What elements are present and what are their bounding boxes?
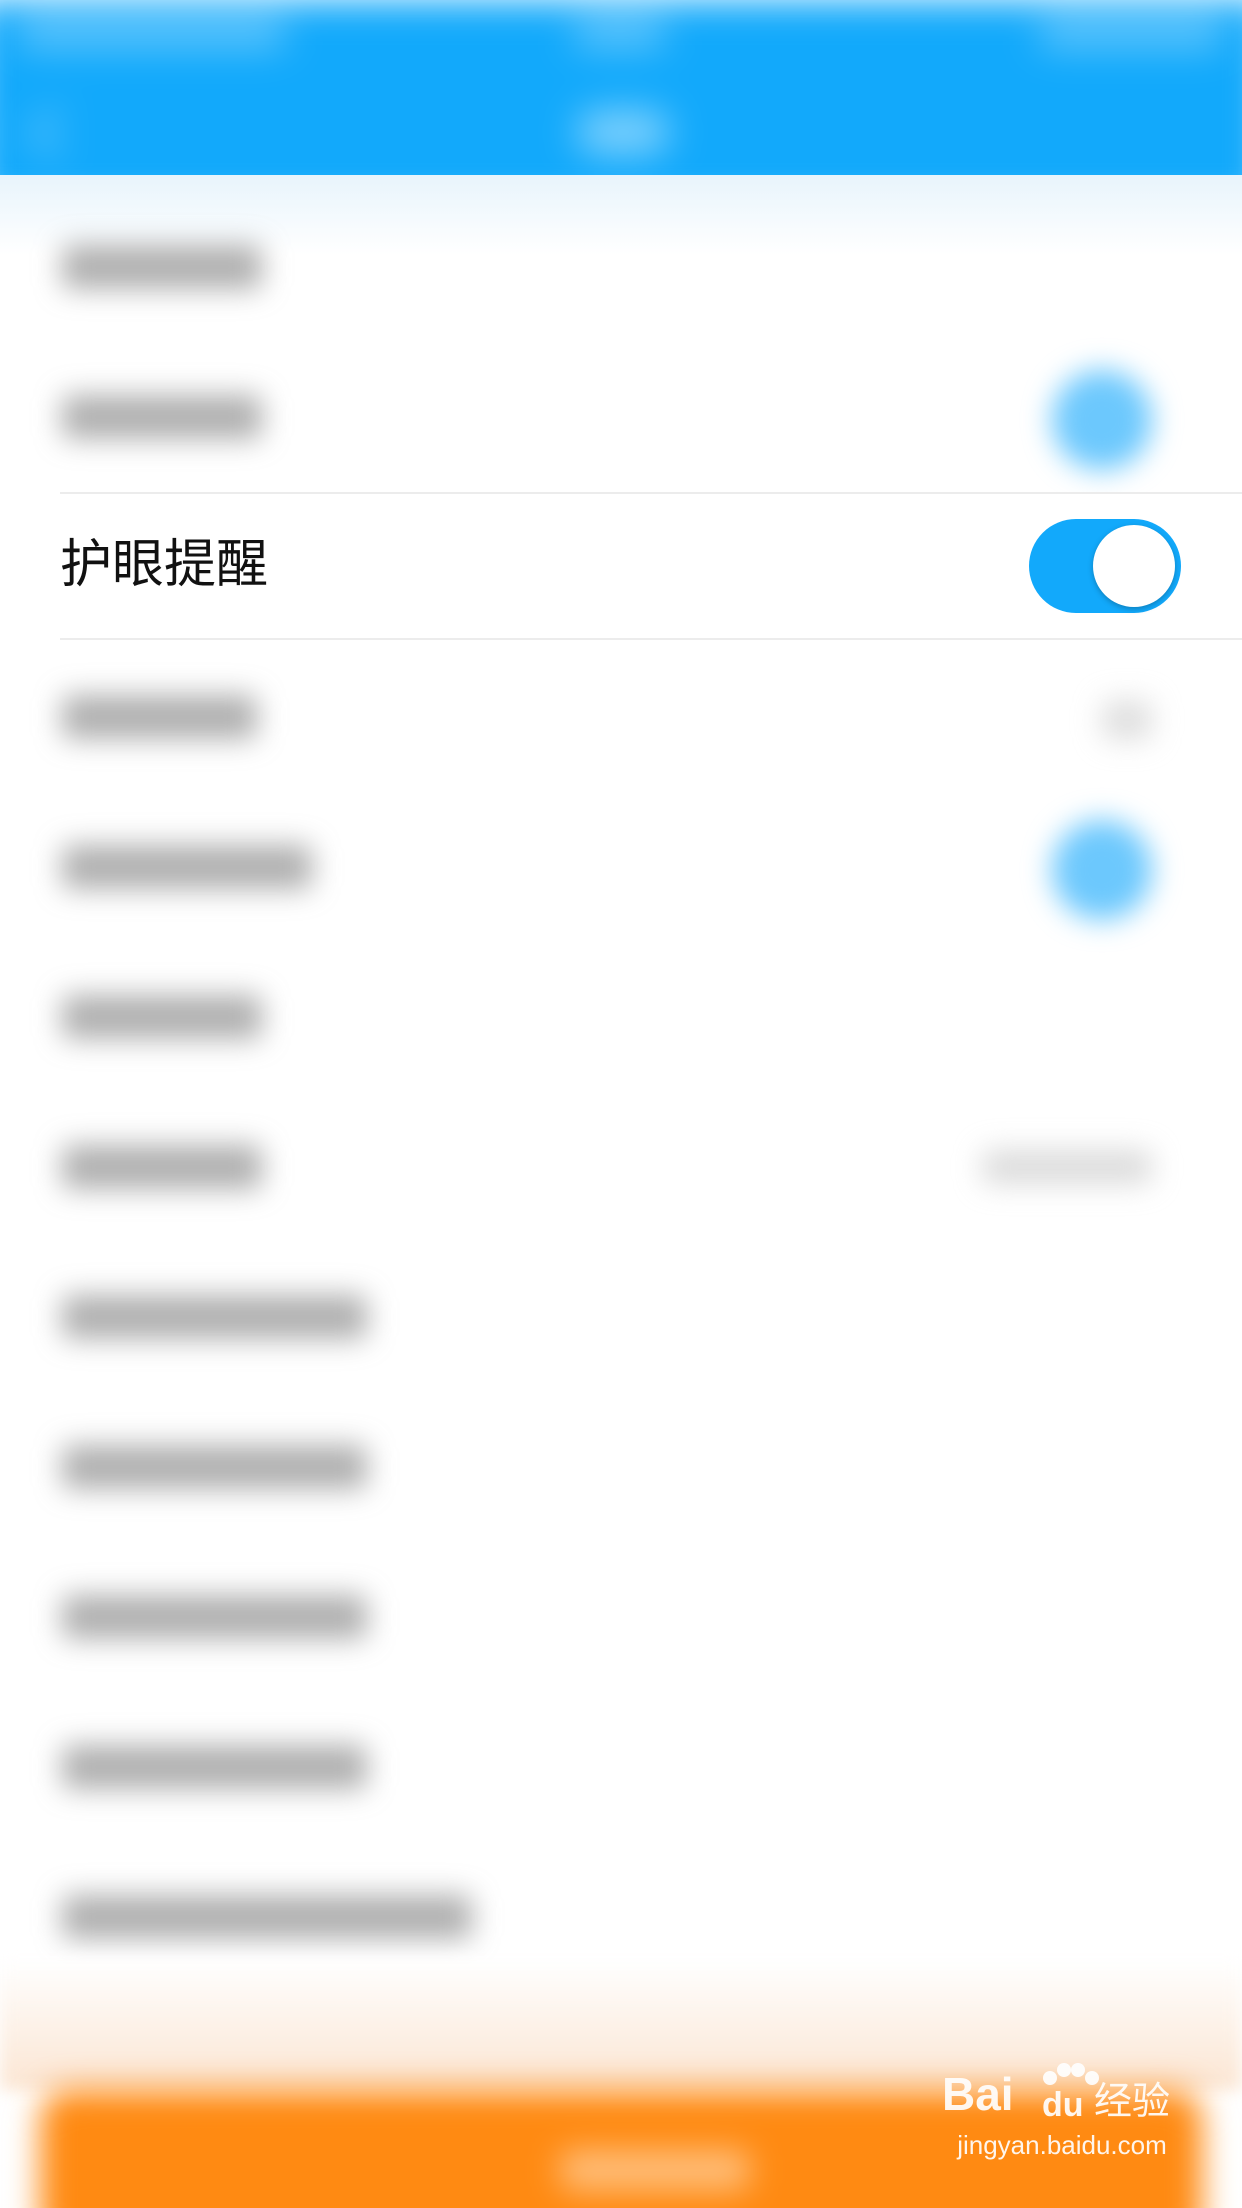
row-value-blurred [982,1150,1152,1184]
chevron-blurred [1102,700,1152,740]
svg-text:Bai: Bai [942,2068,1014,2120]
settings-row-blurred[interactable] [0,940,1242,1090]
row-label-blurred [62,845,312,889]
settings-row-blurred[interactable] [0,1090,1242,1240]
settings-row-blurred[interactable] [0,1390,1242,1540]
settings-row-blurred[interactable] [0,1540,1242,1690]
settings-row-eye-reminder[interactable]: 护眼提醒 [0,492,1242,640]
settings-row-blurred[interactable] [0,790,1242,940]
settings-screen: 护眼提醒 Bai du 经验 jingyan.baidu.com [0,0,1242,2208]
status-bar-left [16,18,288,48]
toggle-blurred[interactable] [1052,370,1152,470]
row-label-blurred [62,695,257,739]
row-label-blurred [62,1445,367,1489]
svg-text:du: du [1042,2086,1084,2124]
row-label-blurred [62,1145,262,1189]
divider [60,492,1242,494]
settings-row-blurred[interactable] [0,190,1242,340]
status-bar-center [573,18,667,48]
row-label-blurred [62,1895,472,1939]
toggle-knob [1093,525,1175,607]
watermark-url: jingyan.baidu.com [957,2130,1167,2160]
svg-text:经验: 经验 [1094,2079,1170,2123]
settings-row-blurred[interactable] [0,1690,1242,1840]
toggle-blurred[interactable] [1052,820,1152,920]
page-title-blurred [576,109,670,155]
eye-reminder-label: 护眼提醒 [60,535,269,595]
settings-row-blurred[interactable] [0,1240,1242,1390]
baidu-jingyan-watermark: Bai du 经验 jingyan.baidu.com [942,2058,1182,2178]
row-label-blurred [62,1745,367,1789]
button-label-blurred [560,2150,750,2190]
row-label-blurred [62,395,262,439]
status-bar-right [1038,18,1226,48]
row-label-blurred [62,995,262,1039]
back-arrow-icon[interactable] [29,106,83,160]
row-label-blurred [62,245,262,289]
settings-row-blurred[interactable] [0,340,1242,490]
row-label-blurred [62,1595,367,1639]
settings-row-blurred[interactable] [0,640,1242,790]
eye-reminder-toggle[interactable] [1029,519,1181,613]
row-label-blurred [62,1295,367,1339]
baidu-paw-logo-icon: Bai du 经验 [942,2063,1170,2124]
